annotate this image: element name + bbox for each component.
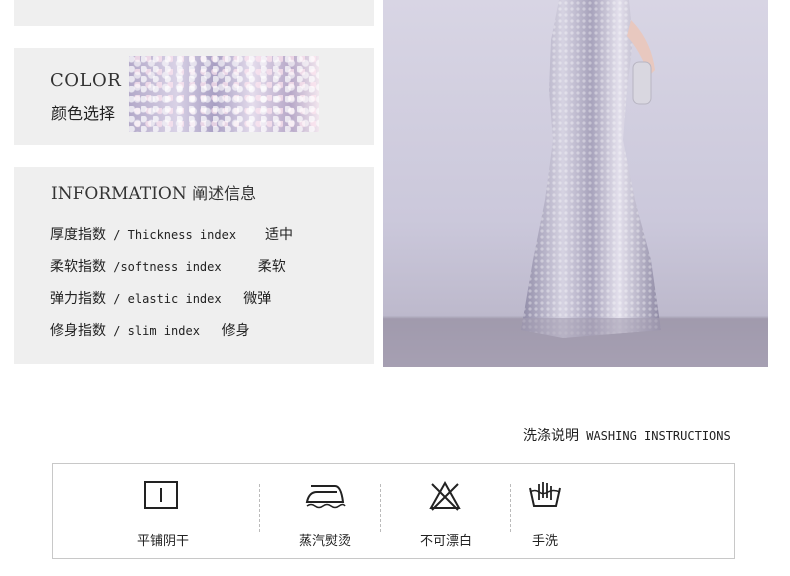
divider (259, 484, 260, 532)
dress-illustration (383, 0, 768, 367)
info-label-en: / slim index (106, 324, 222, 338)
care-label: 蒸汽熨烫 (298, 534, 351, 549)
sequin-color-swatch[interactable] (129, 56, 319, 132)
info-label-cn: 修身指数 (50, 323, 106, 339)
care-item-steam-iron: 蒸汽熨烫 (265, 464, 385, 560)
flat-dry-icon (143, 480, 179, 514)
washing-title-en: WASHING INSTRUCTIONS (579, 429, 731, 443)
color-title-en: COLOR (50, 70, 122, 91)
info-label-cn: 厚度指数 (50, 227, 106, 243)
information-title-cn: 阐述信息 (192, 184, 257, 203)
care-item-flat-dry: 平铺阴干 (103, 464, 223, 560)
info-row-softness: 柔软指数 /softness index 柔软 (50, 256, 286, 276)
color-panel: COLOR 颜色选择 (14, 48, 374, 145)
divider (380, 484, 381, 532)
info-value: 柔软 (257, 259, 286, 275)
color-title-cn: 颜色选择 (51, 104, 116, 123)
top-panel-strip (14, 0, 374, 26)
information-title: INFORMATION 阐述信息 (51, 180, 256, 204)
info-value: 微弹 (243, 291, 272, 307)
info-value: 修身 (221, 323, 250, 339)
info-label-cn: 柔软指数 (50, 259, 106, 275)
information-title-en: INFORMATION (51, 184, 187, 204)
steam-iron-icon (303, 480, 347, 516)
no-bleach-icon (428, 480, 462, 516)
washing-instructions-title: 洗涤说明 WASHING INSTRUCTIONS (523, 425, 731, 445)
info-label-en: / elastic index (106, 292, 244, 306)
info-label-cn: 弹力指数 (50, 291, 106, 307)
care-item-hand-wash: 手洗 (485, 464, 605, 560)
hand-wash-icon (527, 480, 563, 516)
info-value: 适中 (264, 227, 293, 243)
washing-instructions-box: 平铺阴干 蒸汽熨烫 不可漂白 手洗 (52, 463, 735, 559)
product-photo[interactable] (383, 0, 768, 367)
information-panel: INFORMATION 阐述信息 厚度指数 / Thickness index … (14, 167, 374, 364)
washing-title-cn: 洗涤说明 (523, 428, 579, 444)
care-label: 手洗 (531, 534, 558, 549)
info-row-elastic: 弹力指数 / elastic index 微弹 (50, 288, 271, 308)
info-row-thickness: 厚度指数 / Thickness index 适中 (50, 224, 293, 244)
info-row-slim: 修身指数 / slim index 修身 (50, 320, 250, 340)
care-label: 平铺阴干 (136, 534, 189, 549)
info-label-en: / Thickness index (106, 228, 265, 242)
info-label-en: /softness index (106, 260, 258, 274)
